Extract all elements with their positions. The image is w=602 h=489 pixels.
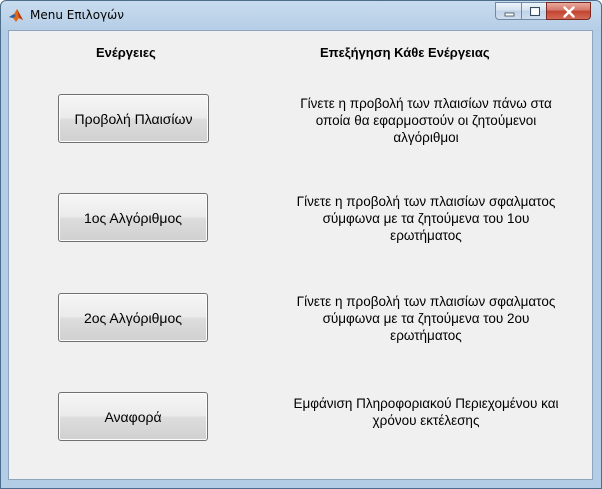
algorithm-2-button[interactable]: 2ος Αλγόριθμος	[58, 293, 208, 342]
explanation-header: Επεξήγηση Κάθε Ενέργειας	[320, 45, 490, 60]
algorithm-1-description: Γίνετε η προβολή των πλαισίων σφαλματος …	[296, 194, 556, 243]
show-frames-button[interactable]: Προβολή Πλαισίων	[58, 94, 209, 143]
minimize-icon	[504, 12, 515, 17]
title-bar[interactable]: Menu Επιλογών	[1, 1, 601, 29]
window-title: Menu Επιλογών	[30, 8, 124, 22]
app-window: Menu Επιλογών Ενέργειες Επεξήγηση Κάθε Ε…	[0, 0, 602, 489]
maximize-button[interactable]	[521, 2, 547, 20]
minimize-button[interactable]	[495, 2, 522, 20]
algorithm-2-description: Γίνετε η προβολή των πλαισίων σφαλματος …	[296, 294, 556, 343]
report-button[interactable]: Αναφορά	[58, 392, 208, 441]
close-icon	[563, 6, 575, 18]
maximize-icon	[530, 7, 540, 16]
algorithm-1-button[interactable]: 1ος Αλγόριθμος	[58, 193, 208, 242]
close-button[interactable]	[546, 2, 591, 20]
client-area: Ενέργειες Επεξήγηση Κάθε Ενέργειας Προβο…	[8, 30, 593, 480]
report-description: Εμφάνιση Πληροφοριακού Περιεχομένου και …	[293, 396, 559, 428]
actions-header: Ενέργειες	[96, 45, 156, 60]
matlab-icon	[9, 9, 23, 22]
show-frames-description: Γίνετε η προβολή των πλαισίων πάνω στα ο…	[300, 96, 552, 145]
